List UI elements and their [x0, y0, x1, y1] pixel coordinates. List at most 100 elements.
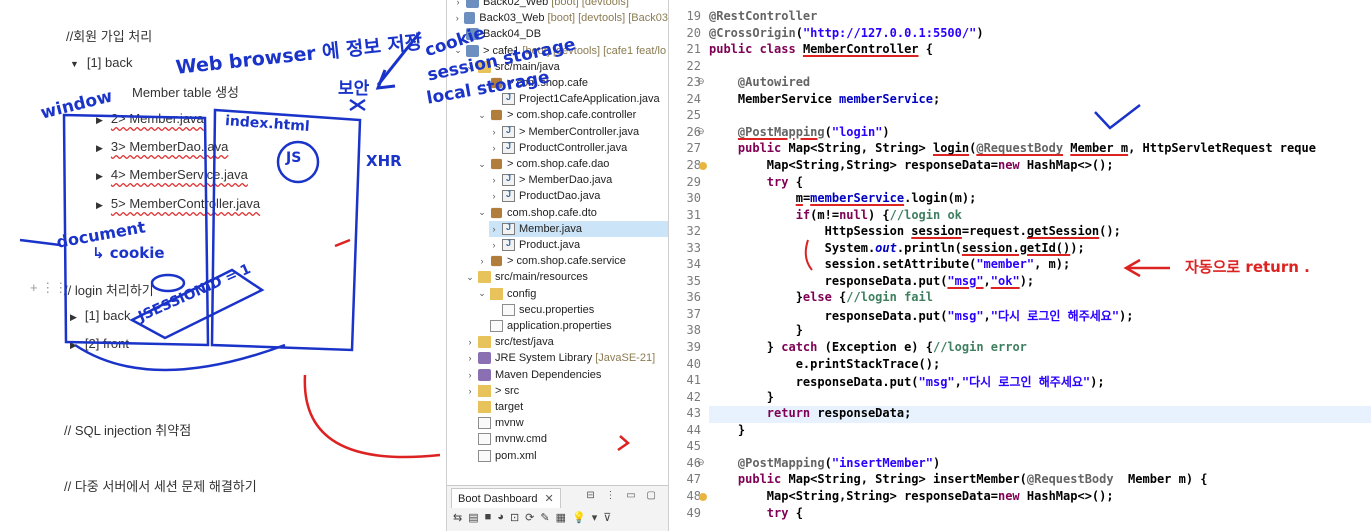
code-line[interactable]: if(m!=null) {//login ok [709, 208, 962, 225]
tree-item[interactable]: ⌄ src/main/resources [465, 269, 668, 285]
code-line[interactable]: m=memberService.login(m); [709, 191, 977, 208]
tree-item[interactable]: pom.xml [465, 448, 668, 464]
tree-item[interactable]: › Back02_Web [boot] [devtools] [453, 0, 668, 10]
code-line[interactable]: HttpSession session=request.getSession()… [709, 224, 1121, 241]
tree-item[interactable]: mvnw [465, 415, 668, 431]
code-line[interactable]: Map<String,String> responseData=new Hash… [709, 158, 1114, 175]
chevron-right-icon[interactable]: › [489, 127, 499, 137]
chevron-right-icon[interactable]: › [489, 224, 499, 234]
code-line[interactable]: public class MemberController { [709, 42, 933, 59]
code-line[interactable]: @PostMapping("login") [709, 125, 890, 142]
toolbar-icon[interactable]: ▦ [556, 511, 566, 524]
toolbar-icon[interactable]: ⊽ [603, 511, 611, 524]
boot-dashboard-tab[interactable]: Boot Dashboard ✕ [451, 488, 561, 508]
toolbar-icon[interactable]: ✎ [540, 511, 549, 524]
toolbar-icon[interactable]: ▤ [468, 511, 478, 524]
toolbar-icon[interactable]: ⟳ [525, 511, 534, 524]
chevron-right-icon[interactable]: › [453, 0, 463, 7]
code-line[interactable]: session.setAttribute("member", m); [709, 257, 1071, 274]
tree-item[interactable]: › src/test/java [465, 334, 668, 350]
chevron-right-icon[interactable]: › [465, 337, 475, 347]
code-line[interactable]: e.printStackTrace(); [709, 357, 941, 374]
chevron-right-icon[interactable]: › [465, 370, 475, 380]
code-line[interactable]: @CrossOrigin("http://127.0.0.1:5500/") [709, 26, 984, 43]
tree-item-label: > com.shop.cafe.controller [507, 109, 637, 122]
code-line[interactable]: }else {//login fail [709, 290, 933, 307]
toolbar-icon[interactable]: ⇆ [453, 511, 462, 524]
warning-icon[interactable] [699, 161, 707, 170]
code-line[interactable]: } catch (Exception e) {//login error [709, 340, 1027, 357]
code-line[interactable]: public Map<String, String> insertMember(… [709, 472, 1208, 489]
toolbar-icon[interactable]: 💡 [572, 511, 586, 524]
tree-item[interactable]: target [465, 399, 668, 415]
tree-item[interactable]: › Maven Dependencies [465, 367, 668, 383]
chevron-right-icon[interactable]: › [465, 386, 475, 396]
tree-item[interactable]: ⌄ > com.shop.cafe.controller [477, 107, 668, 123]
tree-item[interactable]: application.properties [477, 318, 668, 334]
line-number: 21 [686, 42, 701, 57]
tree-item[interactable]: › > MemberController.java [489, 124, 668, 140]
code-line[interactable]: responseData.put("msg","다시 로그인 해주세요"); [709, 307, 1134, 324]
chevron-right-icon[interactable]: › [489, 143, 499, 153]
chevron-right-icon[interactable]: › [453, 13, 461, 23]
javafile-icon [502, 141, 515, 154]
code-line[interactable]: System.out.println(session.getId()); [709, 241, 1085, 258]
warning-icon[interactable] [699, 492, 707, 501]
line-number: 43 [686, 406, 701, 421]
tree-item[interactable]: › ProductController.java [489, 140, 668, 156]
tree-item-label: > MemberController.java [519, 125, 640, 138]
close-icon[interactable]: ✕ [545, 492, 554, 505]
code-line[interactable]: try { [709, 506, 803, 523]
toolbar-icon[interactable]: ▾ [592, 511, 598, 524]
tree-item[interactable]: › > MemberDao.java [489, 172, 668, 188]
tree-item[interactable]: › JRE System Library [JavaSE-21] [465, 350, 668, 366]
monitor-stand [74, 343, 286, 372]
code-line[interactable]: @PostMapping("insertMember") [709, 456, 940, 473]
hand-cookie: ↳ cookie [92, 244, 165, 262]
chevron-right-icon[interactable]: › [489, 240, 499, 250]
toolbar-icon[interactable]: ⊡ [510, 511, 519, 524]
code-line[interactable]: responseData.put("msg","다시 로그인 해주세요"); [709, 373, 1105, 390]
toolbar-icon[interactable]: ◕ [497, 511, 504, 524]
chevron-down-icon[interactable]: ⌄ [477, 159, 487, 170]
tree-item[interactable]: ⌄ config [477, 286, 668, 302]
code-line[interactable]: try { [709, 175, 803, 192]
chevron-down-icon[interactable]: ⌄ [477, 110, 487, 121]
panel-controls[interactable]: ⊟ ⋮ ▭ ▢ [586, 490, 660, 501]
code-line[interactable]: MemberService memberService; [709, 92, 940, 109]
chevron-right-icon[interactable]: › [489, 175, 499, 185]
tree-item[interactable]: › ProductDao.java [489, 188, 668, 204]
chevron-down-icon[interactable]: ⌄ [477, 207, 487, 218]
code-line[interactable]: public Map<String, String> login(@Reques… [709, 141, 1316, 158]
fold-icon[interactable]: ⊖ [697, 126, 705, 137]
chevron-right-icon[interactable]: › [489, 191, 499, 201]
tree-item[interactable]: Project1CafeApplication.java [489, 91, 668, 107]
tree-item[interactable]: › Member.java [489, 220, 668, 237]
tree-item[interactable]: secu.properties [489, 302, 668, 318]
tree-item[interactable]: › > com.shop.cafe.service [477, 253, 668, 269]
code-line[interactable]: return responseData; [709, 406, 1371, 424]
tree-item[interactable]: › Back03_Web [boot] [devtools] [Back03 [453, 10, 668, 26]
code-line[interactable]: @RestController [709, 9, 817, 26]
code-line[interactable]: Map<String,String> responseData=new Hash… [709, 489, 1114, 506]
code-line[interactable]: } [709, 390, 774, 407]
fold-icon[interactable]: ⊖ [697, 457, 705, 468]
tree-item-label: Product.java [519, 239, 581, 251]
toolbar-icon[interactable]: ■ [485, 511, 492, 524]
tree-item[interactable]: ⌄ com.shop.cafe.dto [477, 205, 668, 221]
tree-item[interactable]: › > src [465, 383, 668, 399]
code-line[interactable]: @Autowired [709, 75, 810, 92]
chevron-down-icon[interactable]: ⌄ [477, 288, 487, 299]
code-line[interactable]: } [709, 323, 803, 340]
code-line[interactable]: } [709, 423, 745, 440]
file-icon [502, 303, 515, 316]
hand-xhr: XHR [366, 152, 402, 170]
chevron-right-icon[interactable]: › [477, 256, 487, 266]
tree-item[interactable]: mvnw.cmd [465, 431, 668, 447]
tree-item[interactable]: › Product.java [489, 237, 668, 253]
fold-icon[interactable]: ⊖ [697, 76, 705, 87]
code-line[interactable]: responseData.put("msg","ok"); [709, 274, 1035, 291]
tree-item[interactable]: ⌄ > com.shop.cafe.dao [477, 156, 668, 172]
chevron-right-icon[interactable]: › [465, 353, 475, 363]
chevron-down-icon[interactable]: ⌄ [465, 272, 475, 283]
